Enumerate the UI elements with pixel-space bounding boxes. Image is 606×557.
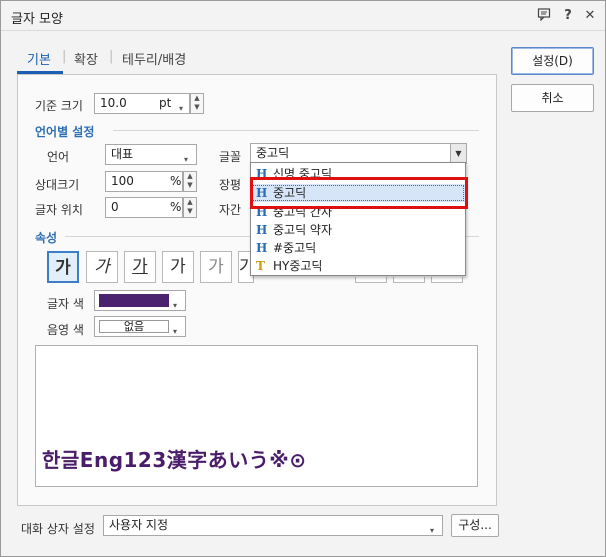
font-type-icon: H [256, 223, 268, 237]
tab-basic[interactable]: 기본 [27, 49, 51, 68]
base-size-input[interactable]: 10.0 pt ▾ [94, 93, 190, 114]
relative-size-value: 100 [111, 174, 134, 188]
chevron-down-icon[interactable]: ▾ [184, 150, 188, 169]
char-position-input[interactable]: 0 % [105, 197, 183, 218]
font-value: 중고딕 [256, 146, 290, 160]
language-label: 언어 [47, 150, 70, 164]
chevron-down-icon[interactable]: ▾ [430, 521, 434, 540]
attr-button-partial[interactable] [393, 277, 425, 283]
base-size-value: 10.0 [100, 96, 127, 110]
ratio-label: 장평 [219, 178, 242, 192]
font-type-icon: H [256, 241, 268, 255]
font-label: 글꼴 [219, 150, 242, 164]
tab-border-background[interactable]: 테두리/배경 [122, 49, 186, 68]
dialog-setting-label: 대화 상자 설정 [21, 522, 95, 536]
dialog-setting-value: 사용자 지정 [109, 518, 169, 532]
font-list-item[interactable]: H #중고딕 [251, 239, 465, 257]
cancel-button[interactable]: 취소 [511, 84, 594, 112]
set-button[interactable]: 설정(D) [511, 47, 594, 75]
font-list-item[interactable]: T HY중고딕 [251, 257, 465, 275]
language-value: 대표 [111, 147, 134, 161]
relative-size-input[interactable]: 100 % [105, 171, 183, 192]
title-bar: 글자 모양 ? ✕ [1, 1, 605, 31]
tab-separator: | [109, 49, 114, 64]
dialog-setting-select[interactable]: 사용자 지정 ▾ [103, 515, 443, 536]
help-icon[interactable]: ? [559, 7, 577, 25]
shade-color-picker[interactable]: 없음 ▾ [94, 316, 186, 337]
char-position-stepper[interactable]: ▲ ▼ [183, 197, 197, 218]
unit-dropdown-icon[interactable]: ▾ [179, 99, 183, 118]
section-divider [113, 130, 479, 131]
spin-up-icon[interactable]: ▲ [191, 94, 203, 103]
text-color-label: 글자 색 [47, 297, 84, 311]
relative-size-stepper[interactable]: ▲ ▼ [183, 171, 197, 192]
text-color-swatch [99, 294, 169, 307]
shade-color-label: 음영 색 [47, 323, 84, 337]
font-shape-dialog: 글자 모양 ? ✕ 기본 | 확장 | 테두리/배경 기준 크기 10.0 pt… [0, 0, 606, 557]
char-position-value: 0 [111, 200, 119, 214]
chat-icon[interactable] [535, 7, 553, 25]
chevron-down-icon[interactable]: ▾ [173, 296, 177, 315]
text-color-picker[interactable]: ▾ [94, 290, 186, 311]
base-size-label: 기준 크기 [35, 99, 83, 113]
spin-down-icon[interactable]: ▼ [184, 181, 196, 190]
tab-extended[interactable]: 확장 [74, 49, 98, 68]
spin-down-icon[interactable]: ▼ [184, 207, 196, 216]
truetype-font-icon: T [256, 259, 265, 273]
attr-button-partial[interactable] [355, 277, 387, 283]
font-dropdown-button[interactable]: ▼ [450, 144, 466, 163]
outline-button[interactable]: 가 [200, 251, 232, 283]
underline-button[interactable]: 가 [124, 251, 156, 283]
font-list-item-label: HY중고딕 [273, 259, 323, 273]
preview-text: 한글Eng123漢字あいう※⊙ [42, 448, 307, 472]
bold-button[interactable]: 가 [47, 251, 79, 283]
spin-up-icon[interactable]: ▲ [184, 172, 196, 181]
spin-down-icon[interactable]: ▼ [191, 103, 203, 112]
shade-color-value: 없음 [99, 320, 169, 333]
language-select[interactable]: 대표 ▾ [105, 144, 197, 165]
relative-size-label: 상대크기 [35, 178, 80, 192]
base-size-unit: pt [159, 96, 172, 110]
char-position-unit: % [170, 200, 182, 214]
dialog-title: 글자 모양 [11, 12, 63, 27]
italic-button[interactable]: 가 [86, 251, 118, 283]
close-icon[interactable]: ✕ [581, 7, 599, 25]
font-list-item[interactable]: H 중고딕 약자 [251, 221, 465, 239]
font-combo[interactable]: 중고딕 ▼ [250, 143, 467, 164]
spin-up-icon[interactable]: ▲ [184, 198, 196, 207]
char-position-label: 글자 위치 [35, 203, 83, 217]
attr-button-partial[interactable] [431, 277, 463, 283]
font-list-item-label: #중고딕 [273, 241, 317, 255]
preview-box: 한글Eng123漢字あいう※⊙ [35, 345, 478, 487]
spacing-label: 자간 [219, 203, 242, 217]
lang-section-title: 언어별 설정 [35, 125, 95, 139]
attr-section-title: 속성 [35, 231, 58, 245]
tab-separator: | [62, 49, 67, 64]
config-button[interactable]: 구성... [451, 514, 499, 537]
font-list-item-label: 중고딕 약자 [273, 223, 333, 237]
highlight-box [250, 177, 468, 209]
strikeout-button[interactable]: 가 [162, 251, 194, 283]
relative-size-unit: % [170, 174, 182, 188]
chevron-down-icon[interactable]: ▾ [173, 322, 177, 341]
base-size-stepper[interactable]: ▲ ▼ [190, 93, 204, 114]
